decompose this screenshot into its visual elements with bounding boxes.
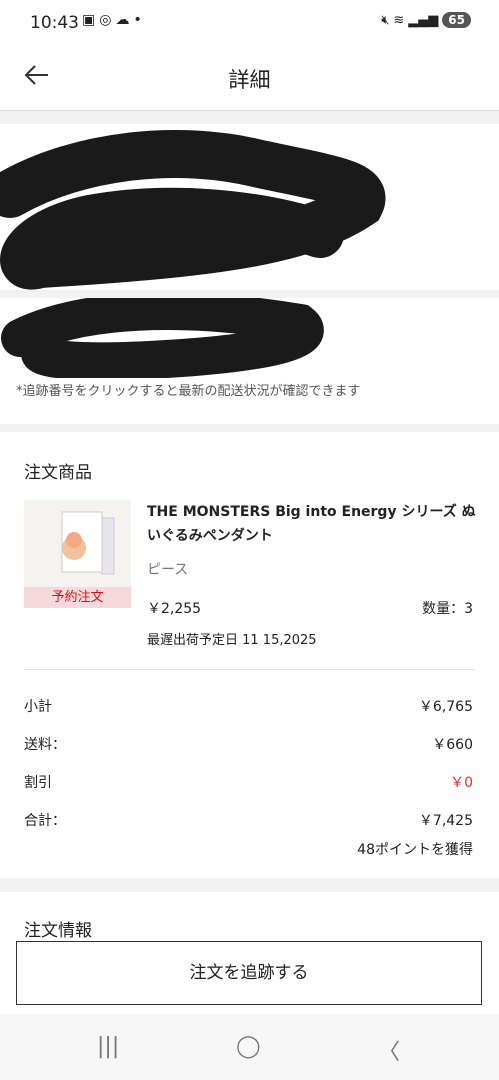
instagram-icon: ◎: [99, 12, 112, 28]
back-icon[interactable]: 〈: [378, 1034, 400, 1066]
redaction-scribble: [0, 130, 386, 290]
system-nav-bar: ||| ◯ 〈: [0, 1014, 499, 1080]
total-label: 合計：: [24, 813, 66, 829]
shipping-value: ￥660: [432, 737, 473, 753]
track-order-button[interactable]: 注文を追跡する: [16, 941, 482, 1005]
total-value: ￥7,425: [418, 813, 473, 829]
order-info-title: 注文情報: [24, 921, 92, 941]
order-items-title: 注文商品: [24, 463, 92, 483]
redaction-scribble: [1, 298, 324, 378]
subtotal-label: 小計: [24, 699, 52, 715]
preorder-badge: 予約注文: [24, 587, 131, 608]
subtotal-value: ￥6,765: [418, 699, 473, 715]
status-time: 10:43: [30, 13, 79, 33]
shipping-label: 送料：: [24, 737, 66, 753]
system-icons: 🔇︎ ≋ ▂▄▆ 65: [381, 12, 471, 28]
wifi-icon: ≋: [393, 12, 405, 28]
divider: [24, 669, 475, 670]
product-name[interactable]: THE MONSTERS Big into Energy シリーズ ぬいぐるみペ…: [147, 500, 477, 548]
product-quantity: 数量：3: [422, 601, 473, 617]
status-bar: 10:43 ▣ ◎ ☁ • 🔇︎ ≋ ▂▄▆ 65: [0, 0, 499, 46]
home-icon[interactable]: ◯: [236, 1034, 261, 1059]
page-header: 詳細: [0, 46, 499, 111]
cloud-icon: ☁: [115, 12, 130, 28]
recent-apps-icon[interactable]: |||: [97, 1034, 119, 1059]
latest-ship-date: 最遅出荷予定日 11 15,2025: [147, 633, 317, 648]
battery-icon: 65: [442, 12, 471, 28]
delivery-address-card: [0, 124, 499, 290]
mute-icon: 🔇︎: [381, 12, 390, 28]
dot-icon: •: [133, 12, 142, 28]
page-title: 詳細: [228, 68, 271, 92]
discount-value: ￥0: [450, 775, 473, 791]
product-variant: ピース: [147, 562, 189, 578]
screenshot-icon: ▣: [82, 12, 96, 28]
product-price: ￥2,255: [147, 601, 202, 617]
discount-label: 割引: [24, 775, 52, 791]
signal-icon: ▂▄▆: [408, 12, 439, 28]
tracking-note: *追跡番号をクリックすると最新の配送状況が確認できます: [16, 384, 361, 399]
points-earned: 48ポイントを獲得: [357, 842, 473, 858]
notification-icons: ▣ ◎ ☁ •: [82, 12, 142, 28]
tracking-card: [0, 298, 499, 424]
